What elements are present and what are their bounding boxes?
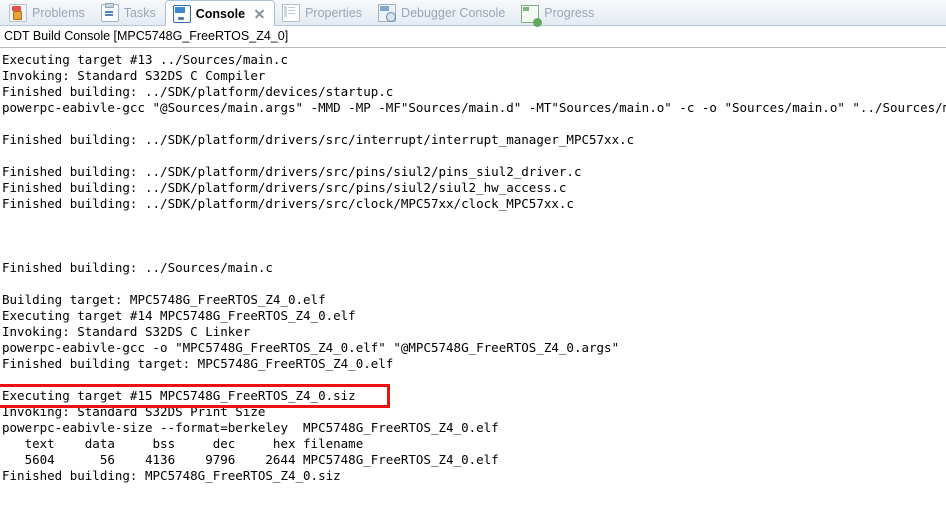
console-line: powerpc-eabivle-gcc -o "MPC5748G_FreeRTO… — [2, 340, 620, 355]
console-icon — [172, 5, 191, 23]
tab-tasks[interactable]: Tasks — [94, 0, 165, 25]
tab-label: Console — [195, 6, 246, 21]
console-line: Finished building: ../SDK/platform/devic… — [2, 84, 394, 99]
console-line: powerpc-eabivle-size --format=berkeley M… — [2, 420, 499, 435]
tab-console[interactable]: Console — [164, 0, 276, 26]
console-line: Finished building: ../SDK/platform/drive… — [2, 196, 574, 211]
console-view-header: CDT Build Console [MPC5748G_FreeRTOS_Z4_… — [0, 26, 946, 47]
close-icon[interactable] — [254, 8, 265, 19]
tab-debugger-console[interactable]: Debugger Console — [371, 0, 514, 25]
tasks-icon — [100, 3, 119, 22]
properties-icon — [282, 3, 301, 22]
console-output-area[interactable]: Executing target #13 ../Sources/main.c In… — [0, 48, 946, 508]
console-view-title: CDT Build Console [MPC5748G_FreeRTOS_Z4_… — [4, 29, 289, 43]
console-line: text data bss dec hex filename — [2, 436, 364, 451]
console-line: Executing target #13 ../Sources/main.c — [2, 52, 288, 67]
console-line: Finished building: ../SDK/platform/drive… — [2, 180, 567, 195]
tab-label: Progress — [544, 5, 595, 20]
tab-label: Properties — [305, 5, 363, 20]
console-line: Building target: MPC5748G_FreeRTOS_Z4_0.… — [2, 292, 326, 307]
console-line: Invoking: Standard S32DS C Compiler — [2, 68, 266, 83]
console-line: powerpc-eabivle-gcc "@Sources/main.args"… — [2, 100, 946, 115]
console-line: Executing target #15 MPC5748G_FreeRTOS_Z… — [2, 388, 356, 403]
console-line: Finished building: ../SDK/platform/drive… — [2, 132, 635, 147]
progress-icon — [521, 5, 543, 27]
console-line: Invoking: Standard S32DS Print Size — [2, 404, 266, 419]
console-line: 5604 56 4136 9796 2644 MPC5748G_FreeRTOS… — [2, 452, 499, 467]
problems-icon — [9, 3, 27, 22]
console-line: Finished building target: MPC5748G_FreeR… — [2, 356, 394, 371]
console-line: Executing target #14 MPC5748G_FreeRTOS_Z… — [2, 308, 356, 323]
debugger-console-icon — [378, 3, 397, 22]
console-line: Finished building: ../SDK/platform/drive… — [2, 164, 582, 179]
tab-label: Problems — [32, 5, 85, 20]
console-line: Finished building: MPC5748G_FreeRTOS_Z4_… — [2, 468, 341, 483]
tab-properties[interactable]: Properties — [275, 0, 371, 25]
tab-problems[interactable]: Problems — [2, 0, 94, 25]
view-tab-bar: Problems Tasks Console Properties Debugger C… — [0, 0, 946, 27]
tab-progress[interactable]: Progress — [514, 0, 603, 27]
tab-label: Debugger Console — [401, 5, 506, 20]
console-line: Finished building: ../Sources/main.c — [2, 260, 273, 275]
console-line: Invoking: Standard S32DS C Linker — [2, 324, 251, 339]
tab-label: Tasks — [123, 5, 156, 20]
